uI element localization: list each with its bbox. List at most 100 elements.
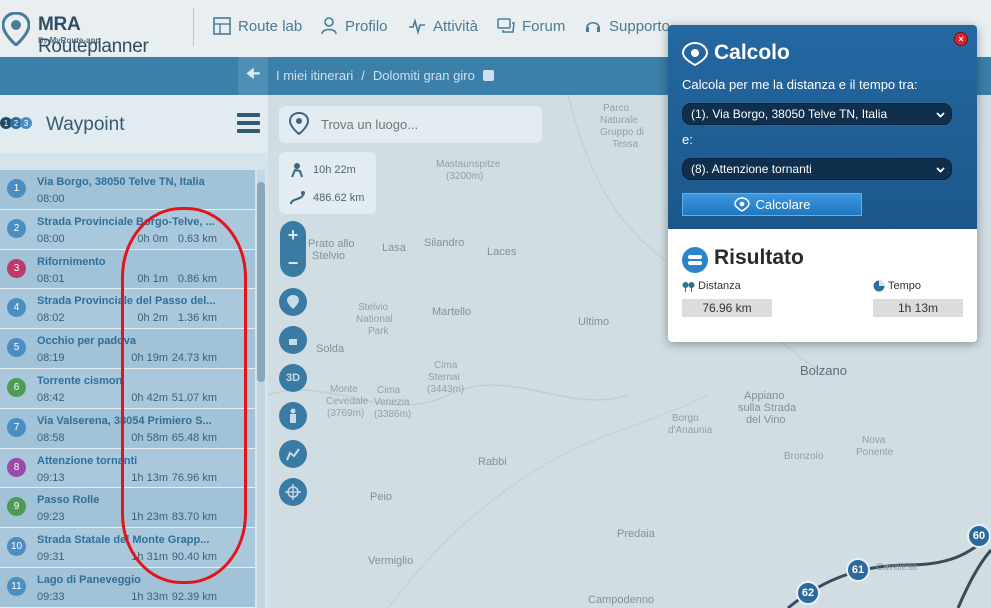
route-stats: 10h 22m 486.62 km bbox=[279, 152, 376, 214]
logo-subtitle: By MyRoute-app bbox=[38, 36, 101, 45]
dialog-title: Calcolo bbox=[714, 41, 790, 64]
waypoints-icon: 1 2 3 bbox=[0, 117, 32, 129]
menu-hamburger-icon[interactable] bbox=[237, 113, 260, 133]
map-place-label: d'Anaunia bbox=[668, 425, 713, 436]
street-view-button[interactable] bbox=[279, 402, 307, 430]
map-place-label: sulla Strada bbox=[738, 402, 797, 414]
grid-icon bbox=[213, 17, 231, 35]
nav-supporto[interactable]: Supporto bbox=[584, 17, 670, 35]
breadcrumb: I miei itinerari / Dolomiti gran giro bbox=[276, 68, 494, 83]
place-search[interactable] bbox=[279, 106, 542, 143]
waypoint-number-badge: 2 bbox=[7, 218, 26, 238]
map-place-label: Cima bbox=[377, 385, 401, 396]
map-place-label: Bolzano bbox=[800, 363, 847, 378]
result-title: Risultato bbox=[714, 246, 804, 269]
person-icon bbox=[290, 408, 296, 423]
waypoint-number-badge: 11 bbox=[7, 576, 26, 596]
back-arrow-icon[interactable]: 🠈 bbox=[238, 57, 268, 95]
app-logo[interactable]: MRA Routeplanner By MyRoute-app bbox=[0, 6, 190, 57]
map-place-label: Campodenno bbox=[588, 594, 655, 606]
waypoint-time: 09:23 bbox=[37, 511, 65, 524]
crosshair-icon bbox=[285, 484, 301, 500]
nav-profilo[interactable]: Profilo bbox=[320, 17, 388, 35]
nav-forum[interactable]: Forum bbox=[497, 17, 565, 35]
waypoint-number-badge: 10 bbox=[7, 537, 26, 557]
to-waypoint-select[interactable]: (8). Attenzione tornanti bbox=[682, 158, 952, 180]
map-place-label: Peio bbox=[370, 491, 393, 503]
zoom-in-button[interactable]: + bbox=[280, 221, 306, 249]
waypoint-time: 09:13 bbox=[37, 471, 65, 484]
zoom-control: + − bbox=[280, 221, 306, 277]
layers-button[interactable] bbox=[279, 326, 307, 354]
calcolo-section: × Calcolo Calcola per me la distanza e i… bbox=[668, 25, 977, 229]
waypoint-time: 09:33 bbox=[37, 590, 65, 603]
zoom-out-button[interactable]: − bbox=[280, 249, 306, 277]
crosshair-button[interactable] bbox=[279, 478, 307, 506]
waypoint-time: 08:01 bbox=[37, 272, 65, 285]
elevation-button[interactable] bbox=[279, 440, 307, 468]
edit-icon[interactable] bbox=[482, 70, 494, 81]
map-place-label: Monte bbox=[330, 384, 358, 395]
map-place-label: Naturale bbox=[600, 115, 638, 126]
scrollbar-thumb[interactable] bbox=[257, 182, 265, 382]
paint-icon bbox=[289, 339, 297, 345]
waypoint-row[interactable]: 1 Via Borgo, 38050 Telve TN, Italia 08:00 bbox=[0, 170, 255, 210]
nav-label: Profilo bbox=[345, 17, 388, 35]
activity-icon bbox=[409, 18, 425, 35]
locate-pin-button[interactable] bbox=[279, 288, 307, 316]
red-highlight-annotation bbox=[121, 207, 247, 584]
map-waypoint-marker[interactable]: 62 bbox=[796, 581, 820, 605]
waypoint-number-badge: 4 bbox=[7, 298, 26, 318]
map-waypoint-marker[interactable]: 60 bbox=[967, 524, 991, 548]
nav-label: Attività bbox=[433, 17, 479, 35]
stat-distance-value: 486.62 km bbox=[313, 192, 365, 204]
3d-button[interactable]: 3D bbox=[279, 364, 307, 392]
rider-icon bbox=[291, 163, 303, 178]
chat-icon bbox=[497, 18, 515, 33]
to-selected-value: (8). Attenzione tornanti bbox=[691, 162, 812, 176]
header-badge-3: 3 bbox=[24, 119, 29, 128]
waypoint-time: 08:42 bbox=[37, 391, 65, 404]
from-selected-value: (1). Via Borgo, 38050 Telve TN, Italia bbox=[691, 107, 888, 121]
map-place-label: Ponente bbox=[856, 447, 894, 458]
waypoint-time: 08:58 bbox=[37, 431, 65, 444]
map-place-label: Cevedale bbox=[326, 396, 369, 407]
map-place-label: Solda bbox=[316, 343, 345, 355]
calculate-button[interactable]: Calcolare bbox=[682, 193, 862, 216]
breadcrumb-separator: / bbox=[361, 68, 365, 83]
waypoint-number-badge: 8 bbox=[7, 457, 26, 477]
map-place-label: del Vino bbox=[746, 414, 786, 426]
chart-icon bbox=[286, 448, 300, 461]
nav-attivita[interactable]: Attività bbox=[408, 17, 478, 35]
waypoint-time: 08:00 bbox=[37, 193, 65, 205]
map-place-label: Sternai bbox=[428, 372, 460, 383]
map-place-label: (3769m) bbox=[327, 408, 365, 419]
waypoint-time: 08:00 bbox=[37, 232, 65, 245]
waypoint-title: Waypoint bbox=[46, 114, 125, 135]
chevron-down-icon bbox=[936, 167, 945, 173]
search-input[interactable] bbox=[321, 117, 531, 132]
waypoint-scrollbar[interactable] bbox=[257, 170, 265, 608]
headset-icon bbox=[586, 21, 600, 32]
waypoint-number-badge: 7 bbox=[7, 417, 26, 437]
map-place-label: Nova bbox=[862, 435, 886, 446]
breadcrumb-my-routes[interactable]: I miei itinerari bbox=[276, 68, 353, 83]
map-place-label: Bronzolo bbox=[784, 451, 824, 462]
map-place-label: Cavalese bbox=[876, 562, 918, 573]
result-icon bbox=[682, 247, 708, 273]
waypoint-duration: 1h 33m bbox=[131, 590, 168, 603]
map-place-label: Cima bbox=[434, 360, 458, 371]
map-place-label: Parco bbox=[603, 103, 630, 114]
map-place-label: Laces bbox=[487, 246, 517, 258]
map-waypoint-marker[interactable]: 61 bbox=[846, 558, 870, 582]
map-place-label: Vermiglio bbox=[368, 555, 414, 567]
nav-label: Forum bbox=[522, 17, 566, 35]
nav-route-lab[interactable]: Route lab bbox=[213, 17, 302, 35]
route-calc-icon bbox=[682, 42, 708, 66]
close-icon[interactable]: × bbox=[954, 32, 968, 46]
waypoint-time: 08:19 bbox=[37, 352, 65, 365]
waypoint-header: 1 2 3 Waypoint bbox=[0, 95, 268, 153]
map-place-label: Predaia bbox=[617, 528, 655, 540]
from-waypoint-select[interactable]: (1). Via Borgo, 38050 Telve TN, Italia bbox=[682, 103, 952, 125]
map-place-label: National bbox=[356, 314, 393, 325]
